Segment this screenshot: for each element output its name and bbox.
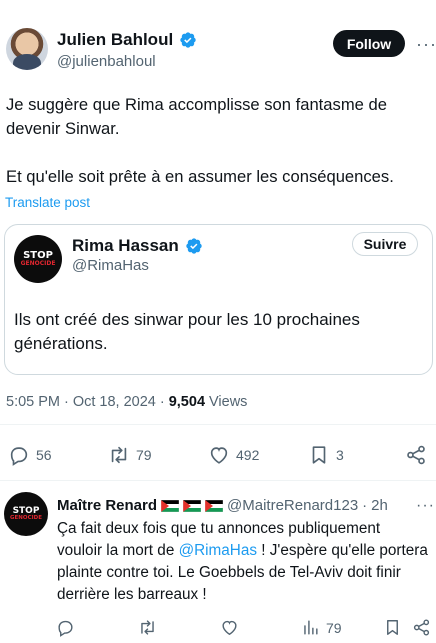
retweet-icon <box>111 446 127 464</box>
quote-author-handle[interactable]: @RimaHas <box>72 257 149 274</box>
reply-like-button[interactable] <box>220 618 239 637</box>
like-icon <box>222 620 237 636</box>
reply-author-name[interactable]: Maître Renard <box>57 497 157 514</box>
reply-author-handle[interactable]: @MaitreRenard123 <box>227 497 358 514</box>
reply-more-options-icon[interactable]: ··· <box>416 497 435 515</box>
reply-reply-button[interactable] <box>56 618 75 637</box>
meta-separator: · <box>64 394 69 410</box>
reply-icon <box>58 620 73 637</box>
share-button[interactable] <box>405 444 427 466</box>
reply-mention-link[interactable]: @RimaHas <box>179 542 257 559</box>
quote-text: Ils ont créé des sinwar pour les 10 proc… <box>14 310 360 353</box>
author-name[interactable]: Julien Bahloul <box>57 30 173 50</box>
divider <box>0 480 436 481</box>
reply-time[interactable]: 2h <box>371 497 388 514</box>
post-time[interactable]: 5:05 PM <box>6 394 60 410</box>
translate-post-link[interactable]: Translate post <box>5 195 90 210</box>
follow-button[interactable]: Follow <box>333 30 405 57</box>
like-count: 492 <box>236 447 260 463</box>
repost-button[interactable]: 79 <box>108 444 152 466</box>
bookmark-count: 3 <box>336 447 344 463</box>
reply-views-button[interactable]: 79 <box>301 618 342 637</box>
reply-bookmark-button[interactable] <box>383 618 402 637</box>
quote-author-avatar[interactable]: STOP GENOCIDE <box>14 235 62 283</box>
reply-icon <box>10 447 28 466</box>
quote-follow-button[interactable]: Suivre <box>352 232 418 256</box>
bookmark-button[interactable]: 3 <box>308 444 344 466</box>
author-avatar[interactable] <box>6 28 48 70</box>
retweet-icon <box>141 620 154 635</box>
palestine-flag-icon <box>161 499 180 512</box>
share-icon <box>413 619 430 636</box>
like-button[interactable]: 492 <box>208 444 259 466</box>
share-icon <box>407 445 425 465</box>
repost-count: 79 <box>136 447 152 463</box>
reply-button[interactable]: 56 <box>8 444 52 466</box>
author-name-row[interactable]: Julien Bahloul <box>57 30 197 50</box>
post-meta: 5:05 PM · Oct 18, 2024 · 9,504 Views <box>6 394 247 410</box>
reply-text: Ça fait deux fois que tu annonces publiq… <box>57 518 429 606</box>
like-icon <box>210 447 228 464</box>
reply-separator: · <box>362 497 368 514</box>
bookmark-icon <box>387 620 398 635</box>
avatar-genocide-text: GENOCIDE <box>10 514 42 521</box>
reply-views-count: 79 <box>326 619 342 636</box>
reply-repost-button[interactable] <box>138 618 157 637</box>
views-icon <box>304 620 318 635</box>
post-date[interactable]: Oct 18, 2024 <box>73 394 156 410</box>
author-handle[interactable]: @julienbahloul <box>57 53 156 70</box>
reply-share-button[interactable] <box>412 618 431 637</box>
post-text: Je suggère que Rima accomplisse son fant… <box>6 95 394 186</box>
divider <box>0 424 436 425</box>
palestine-flag-icon <box>183 499 202 512</box>
reply-author-avatar[interactable]: STOP GENOCIDE <box>4 492 48 536</box>
views-label: Views <box>209 394 248 410</box>
reply-count: 56 <box>36 447 52 463</box>
palestine-flag-icon <box>205 499 224 512</box>
quote-author-name[interactable]: Rima Hassan <box>72 236 179 256</box>
meta-separator: · <box>159 394 165 410</box>
avatar-genocide-text: GENOCIDE <box>20 260 56 267</box>
views-count: 9,504 <box>168 394 206 410</box>
verified-badge-icon <box>180 32 196 48</box>
reply-header: Maître Renard @MaitreRenard123 · 2h <box>57 497 388 514</box>
quote-author-name-row[interactable]: Rima Hassan <box>72 236 203 256</box>
bookmark-icon <box>312 446 326 464</box>
verified-badge-icon <box>186 238 202 254</box>
more-options-icon[interactable]: ··· <box>416 34 436 55</box>
